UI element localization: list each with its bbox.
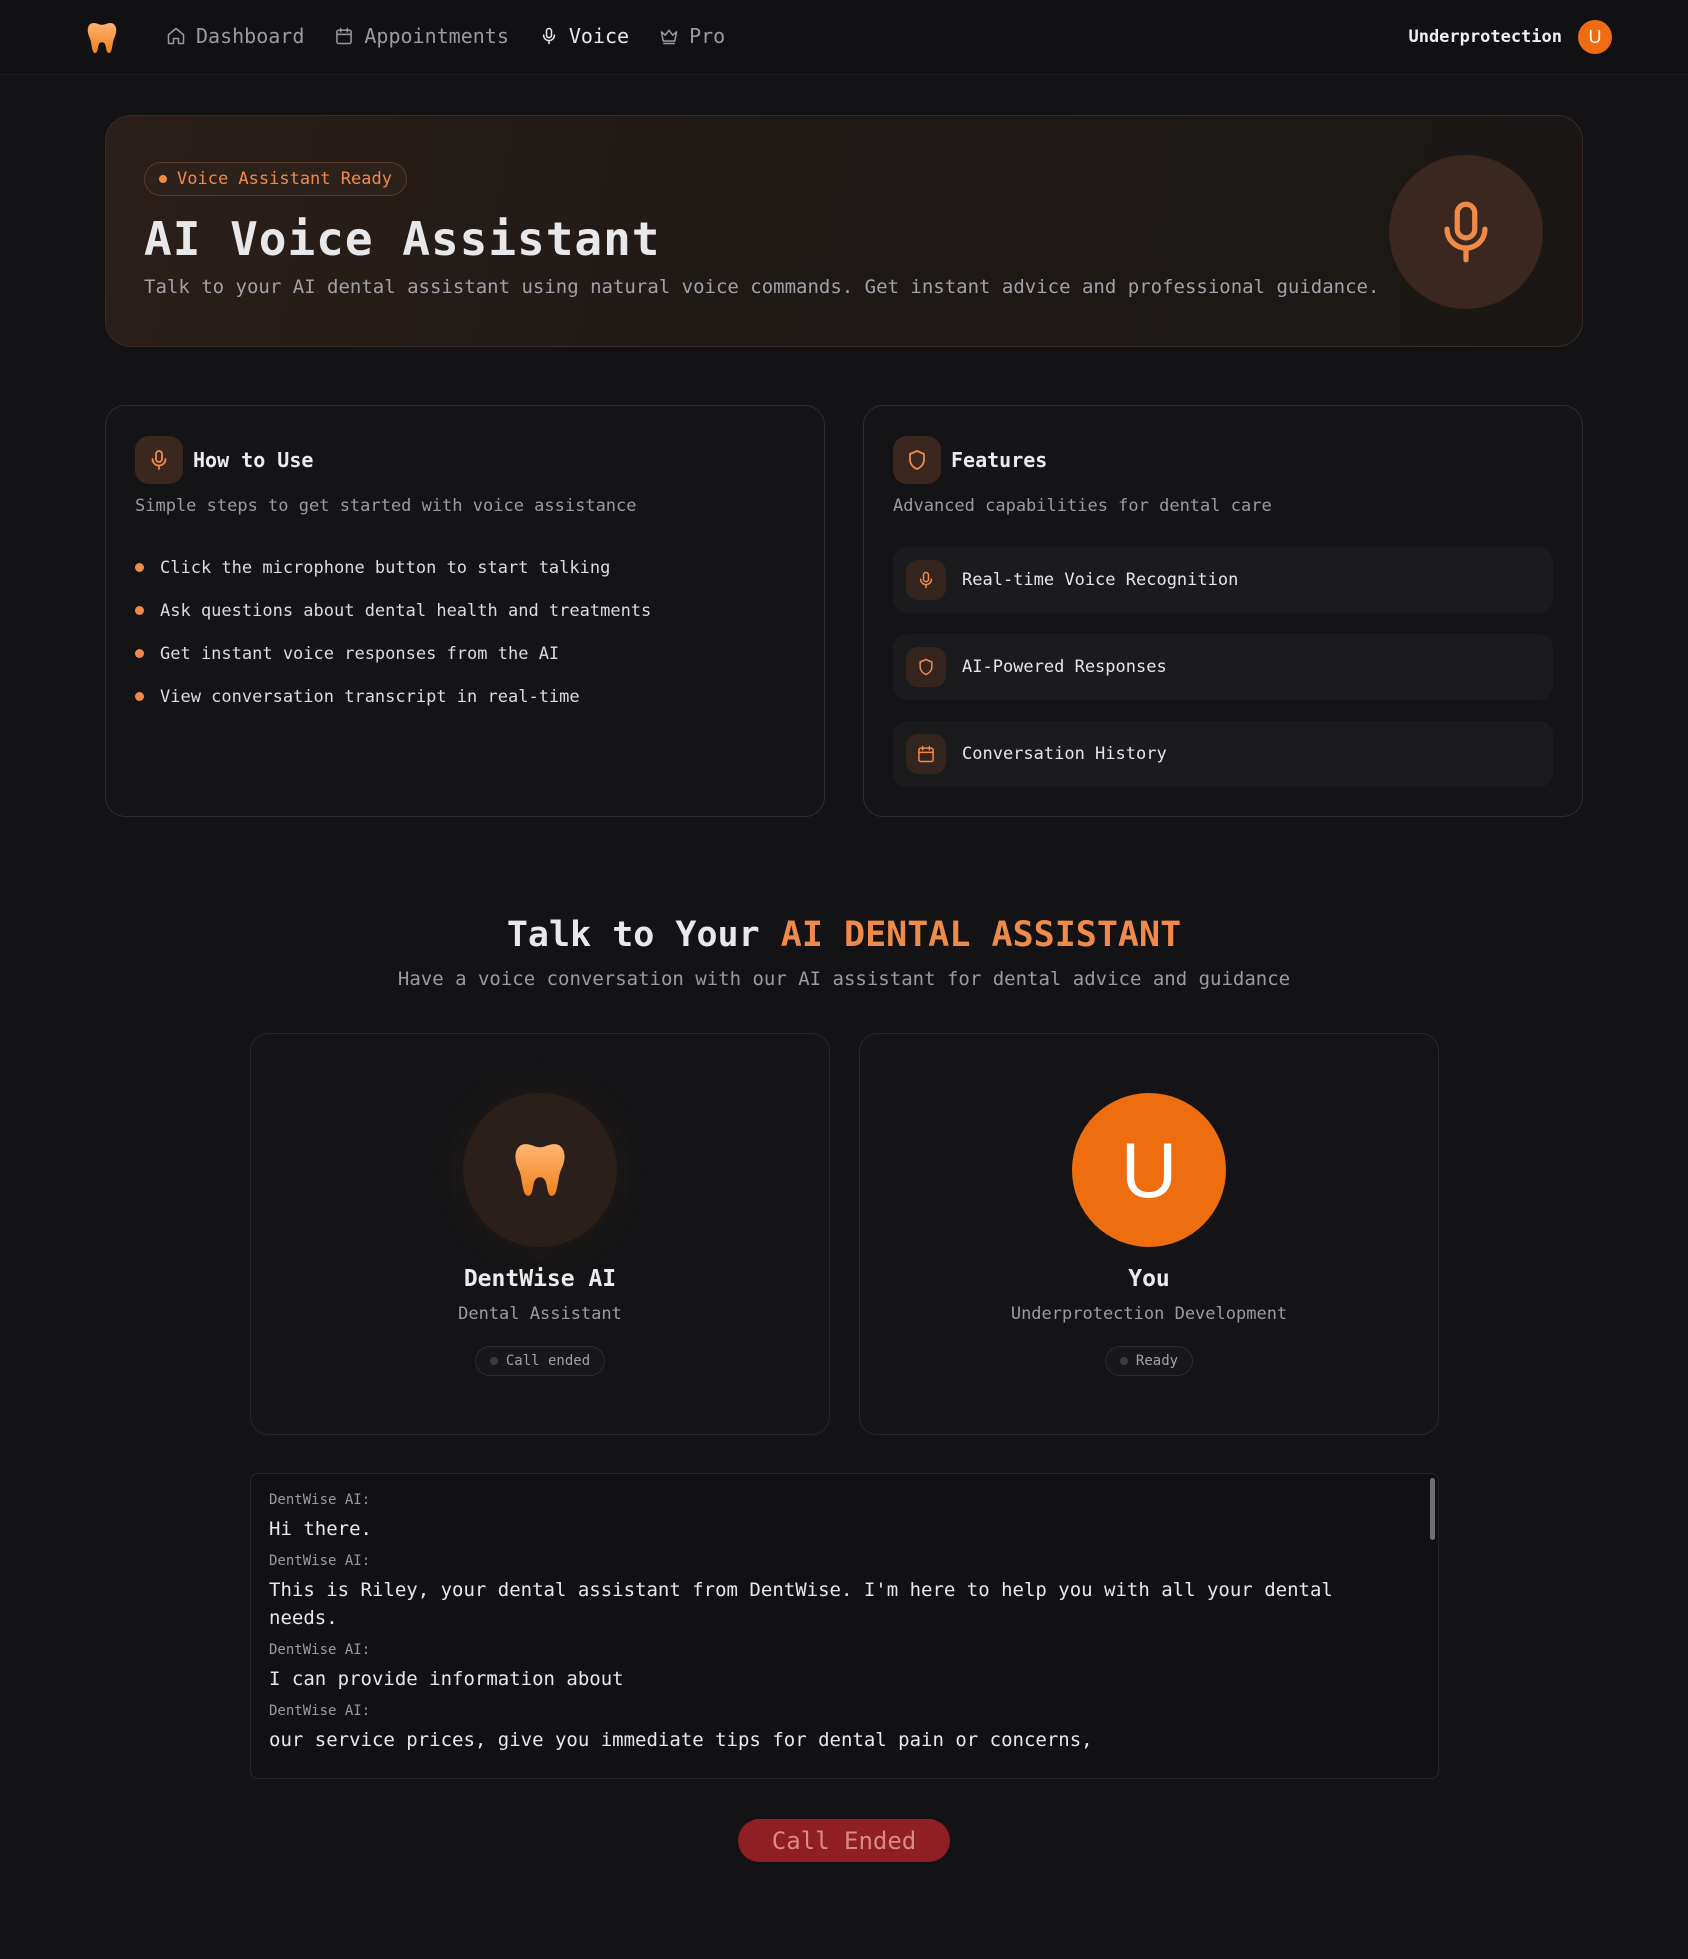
feature-label: Conversation History [962, 744, 1167, 764]
status-dot [489, 1357, 498, 1365]
assistant-status-wrap: Call ended [251, 1346, 829, 1376]
nav-appointments-label: Appointments [364, 24, 509, 48]
call-ended-button[interactable]: Call Ended [738, 1819, 950, 1862]
list-item: DentWise AI: Hi there. [269, 1492, 1389, 1543]
message-speaker: DentWise AI: [269, 1492, 371, 1508]
features-title: Features [951, 448, 1048, 472]
features-card: Features Advanced capabilities for denta… [863, 405, 1583, 817]
shield-icon [909, 450, 925, 470]
message-text: our service prices, give you immediate t… [269, 1729, 1093, 1751]
step-text: Get instant voice responses from the AI [160, 643, 560, 664]
assistant-name: DentWise AI [463, 1266, 617, 1292]
status-badge: Call ended [474, 1346, 606, 1376]
message-text: Hi there. [269, 1518, 372, 1540]
user-menu[interactable]: Underprotection U [1408, 20, 1612, 54]
calendar-icon [336, 27, 353, 45]
list-item: DentWise AI: our service prices, give yo… [269, 1703, 1389, 1754]
list-item: DentWise AI: I can provide information a… [269, 1642, 1389, 1693]
section-title-prefix: Talk to Your [506, 915, 781, 955]
transcript-scrollbar[interactable] [1430, 1478, 1435, 1540]
list-item: Click the microphone button to start tal… [135, 546, 651, 589]
list-item: View conversation transcript in real-tim… [135, 675, 651, 718]
feature-ai-responses: AI-Powered Responses [893, 634, 1553, 700]
feature-icon-badge [906, 734, 946, 774]
mic-icon [151, 450, 167, 470]
status-dot [1119, 1357, 1128, 1365]
how-to-icon-badge [135, 436, 183, 484]
top-nav: Dashboard Appointments Voice Pro Underpr… [0, 0, 1688, 75]
feature-icon-badge [906, 647, 946, 687]
message-text: This is Riley, your dental assistant fro… [269, 1579, 1333, 1629]
bullet-icon [135, 563, 144, 572]
user-name: Underprotection [1408, 27, 1562, 47]
features-description: Advanced capabilities for dental care [893, 496, 1272, 516]
user-avatar-letter: U [1120, 1125, 1178, 1214]
bullet-icon [135, 692, 144, 701]
nav-pro[interactable]: Pro [659, 24, 725, 48]
tooth-logo-icon[interactable] [84, 20, 120, 56]
status-badge-label: Voice Assistant Ready [177, 169, 392, 189]
steps-list: Click the microphone button to start tal… [135, 546, 651, 718]
section-title: Talk to Your AI DENTAL ASSISTANT [0, 915, 1688, 955]
list-item: DentWise AI: This is Riley, your dental … [269, 1553, 1389, 1632]
nav-appointments[interactable]: Appointments [334, 24, 509, 48]
status-dot [159, 175, 167, 183]
nav-voice-label: Voice [568, 24, 630, 48]
message-speaker: DentWise AI: [269, 1642, 371, 1658]
features-icon-badge [893, 436, 941, 484]
how-to-card: How to Use Simple steps to get started w… [105, 405, 825, 817]
message-speaker: DentWise AI: [269, 1703, 371, 1719]
hero-banner: Voice Assistant Ready AI Voice Assistant… [105, 115, 1583, 347]
mic-icon [1444, 201, 1488, 263]
assistant-avatar [463, 1093, 617, 1247]
feature-voice-recognition: Real-time Voice Recognition [893, 547, 1553, 613]
transcript-panel[interactable]: DentWise AI: Hi there. DentWise AI: This… [250, 1473, 1439, 1779]
section-subtitle: Have a voice conversation with our AI as… [397, 968, 1291, 990]
assistant-role: Dental Assistant [458, 1304, 622, 1324]
page-subtitle: Talk to your AI dental assistant using n… [144, 276, 1380, 298]
transcript-messages: DentWise AI: Hi there. DentWise AI: This… [269, 1492, 1389, 1764]
message-text: I can provide information about [269, 1668, 624, 1690]
nav-dashboard-label: Dashboard [196, 24, 305, 48]
user-role: Underprotection Development [1010, 1304, 1288, 1324]
avatar[interactable]: U [1578, 20, 1612, 54]
mic-icon [542, 27, 556, 45]
step-text: Ask questions about dental health and tr… [160, 600, 652, 621]
assistant-card: DentWise AI Dental Assistant Call ended [250, 1033, 830, 1435]
how-to-description: Simple steps to get started with voice a… [135, 496, 637, 516]
status-badge: Voice Assistant Ready [144, 162, 407, 196]
list-item: Get instant voice responses from the AI [135, 632, 651, 675]
nav-pro-label: Pro [689, 24, 726, 48]
nav-dashboard[interactable]: Dashboard [166, 24, 304, 48]
nav-voice[interactable]: Voice [539, 24, 629, 48]
user-card: U You Underprotection Development Ready [859, 1033, 1439, 1435]
feature-icon-badge [906, 560, 946, 600]
list-item: Ask questions about dental health and tr… [135, 589, 651, 632]
feature-conversation-history: Conversation History [893, 721, 1553, 787]
status-badge: Ready [1104, 1346, 1194, 1376]
user-status-wrap: Ready [860, 1346, 1438, 1376]
crown-icon [660, 29, 678, 45]
bullet-icon [135, 606, 144, 615]
feature-label: AI-Powered Responses [962, 657, 1167, 677]
calendar-icon [918, 745, 934, 763]
user-status: Ready [1135, 1353, 1179, 1369]
hero-mic-badge [1389, 155, 1543, 309]
section-title-highlight: AI DENTAL ASSISTANT [780, 915, 1182, 955]
feature-label: Real-time Voice Recognition [962, 570, 1239, 590]
how-to-title: How to Use [193, 448, 314, 472]
shield-icon [919, 658, 933, 676]
step-text: Click the microphone button to start tal… [160, 557, 611, 578]
bullet-icon [135, 649, 144, 658]
message-speaker: DentWise AI: [269, 1553, 371, 1569]
page-title: AI Voice Assistant [144, 212, 661, 266]
step-text: View conversation transcript in real-tim… [160, 686, 580, 707]
user-label: You [1128, 1266, 1170, 1292]
assistant-status: Call ended [505, 1353, 591, 1369]
features-list: Real-time Voice Recognition AI-Powered R… [893, 547, 1553, 808]
avatar: U [1072, 1093, 1226, 1247]
mic-icon [919, 571, 933, 589]
home-icon [167, 27, 185, 45]
tooth-icon [515, 1144, 565, 1196]
